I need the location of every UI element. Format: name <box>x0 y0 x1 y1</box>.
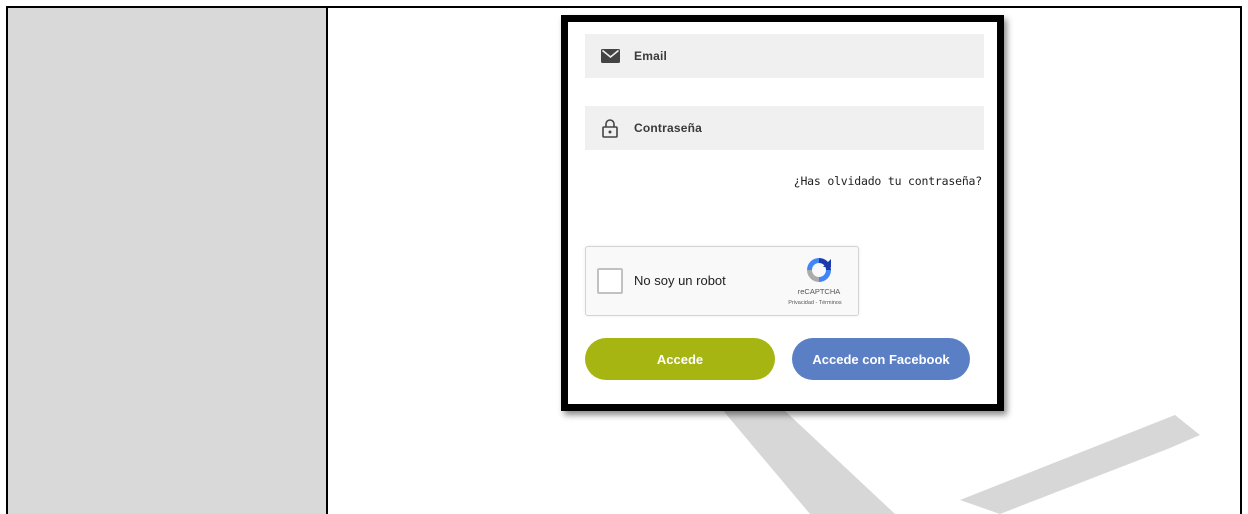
recaptcha-links[interactable]: Privacidad - Términos <box>774 300 856 306</box>
recaptcha-checkbox[interactable] <box>597 268 623 294</box>
recaptcha-brand: reCAPTCHA <box>797 287 841 296</box>
envelope-icon <box>599 45 621 67</box>
email-field[interactable]: Email <box>585 34 984 78</box>
email-placeholder: Email <box>634 49 668 63</box>
password-field[interactable]: Contraseña <box>585 106 984 150</box>
recaptcha-widget: No soy un robot reCAPTCHA Privacidad - T… <box>585 246 859 316</box>
login-form-screenshot: Email Contraseña ¿Has olvidado tu contra… <box>561 15 1004 411</box>
facebook-login-button[interactable]: Accede con Facebook <box>792 338 970 380</box>
password-placeholder: Contraseña <box>634 121 703 135</box>
login-button[interactable]: Accede <box>585 338 775 380</box>
recaptcha-logo-icon <box>804 255 834 290</box>
table-left-cell <box>8 8 328 514</box>
recaptcha-label: No soy un robot <box>634 273 726 288</box>
lock-icon <box>599 117 621 139</box>
forgot-password-link[interactable]: ¿Has olvidado tu contraseña? <box>794 174 982 188</box>
